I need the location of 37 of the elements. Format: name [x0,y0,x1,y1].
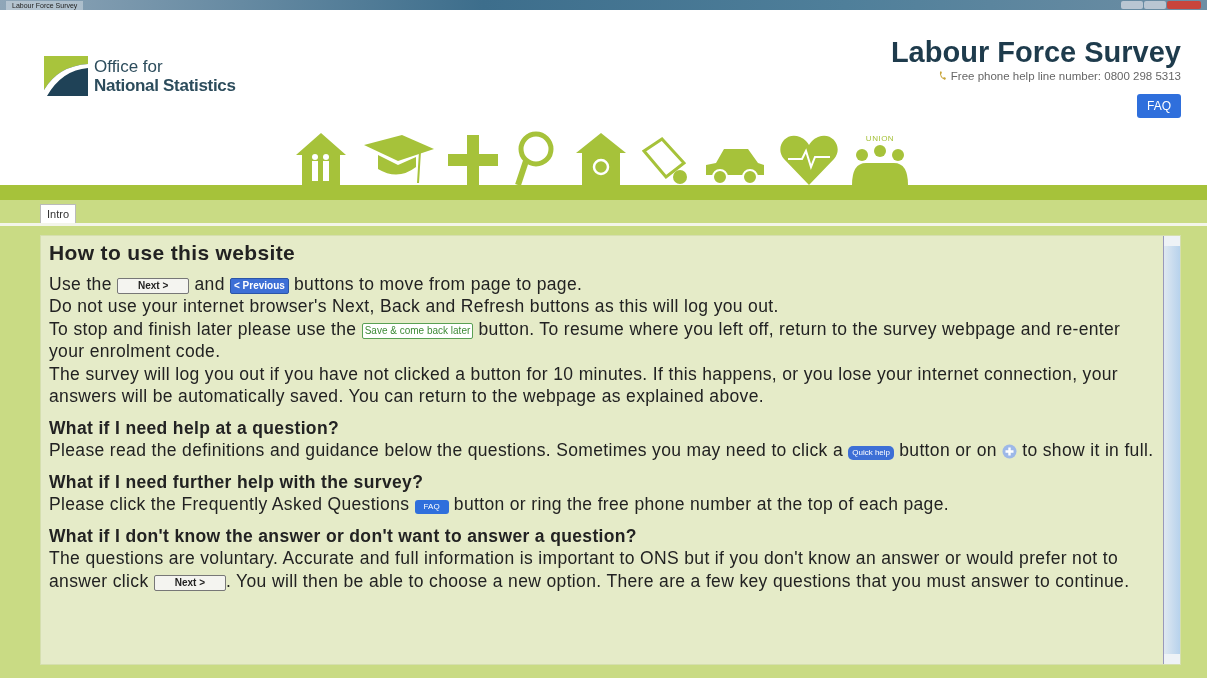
scrollbar[interactable] [1163,236,1180,664]
faq-button[interactable]: FAQ [1137,94,1181,118]
save-button-sample: Save & come back later [361,322,474,339]
faq-button-sample: FAQ [414,500,449,514]
graduation-cap-icon[interactable] [364,135,434,185]
previous-button-sample: < Previous [229,277,289,294]
paragraph: Do not use your internet browser's Next, Back and Refresh buttons as this will log you out. [49,295,780,318]
phone-help-text: Free phone help line number: 0800 298 5313 [950,70,1181,82]
logo-text: Office for [94,57,164,76]
paragraph: The questions are voluntary. Accurate and full information is important to ONS but if you don't know an answer or would prefer not to answer click Next > . You will then be able to choose a new option. There are a few key questions that you must answer to continue. [49,547,1131,592]
quick-help-button-sample: Quick help [848,446,894,460]
paragraph: Please click the Frequently Asked Questions FAQ button or ring the free phone number at the top of each page. [49,493,950,516]
tab[interactable]: Intro [40,204,76,223]
banknote-icon[interactable] [642,137,690,185]
section-heading: What if I need help at a question? [49,416,340,439]
people-group-icon[interactable] [852,145,908,185]
section-heading: What if I need further help with the survey? [49,470,425,493]
site-title: Labour Force Survey [890,36,1181,68]
paragraph: Please read the definitions and guidance below the questions. Sometimes you may need to click a Quick help button or on to show it in full. [49,439,1155,462]
paragraph: To stop and finish later please use the Save & come back later button. To resume where you left off, return to the survey webpage and re-enter your enrolment code. [49,317,1122,363]
phone-icon [938,71,947,81]
maximize-button[interactable] [1144,1,1166,9]
next-button-sample: Next > [153,574,226,591]
logo-text: National Statistics [94,76,236,95]
minimize-button[interactable] [1121,1,1143,9]
heart-icon[interactable] [780,135,838,185]
page-heading: How to use this website [49,242,297,265]
paragraph: Use the Next > and < Previous buttons to move from page to page. [49,272,584,295]
next-button-sample: Next > [117,277,190,294]
plus-circle-icon [1002,444,1018,459]
section-heading: What if I don't know the answer or don't want to answer a question? [49,524,638,547]
plus-cross-icon[interactable] [448,135,498,185]
close-button[interactable] [1167,1,1201,9]
house-at-sign-icon[interactable] [574,131,628,185]
paragraph: The survey will log you out if you have not clicked a button for 10 minutes. If this happens, or you lose your internet connection, your answers will be automatically saved. You can return to the webpage as explained above. [49,362,1119,408]
logo-icon [44,56,88,96]
union-label: UNION [865,134,895,143]
